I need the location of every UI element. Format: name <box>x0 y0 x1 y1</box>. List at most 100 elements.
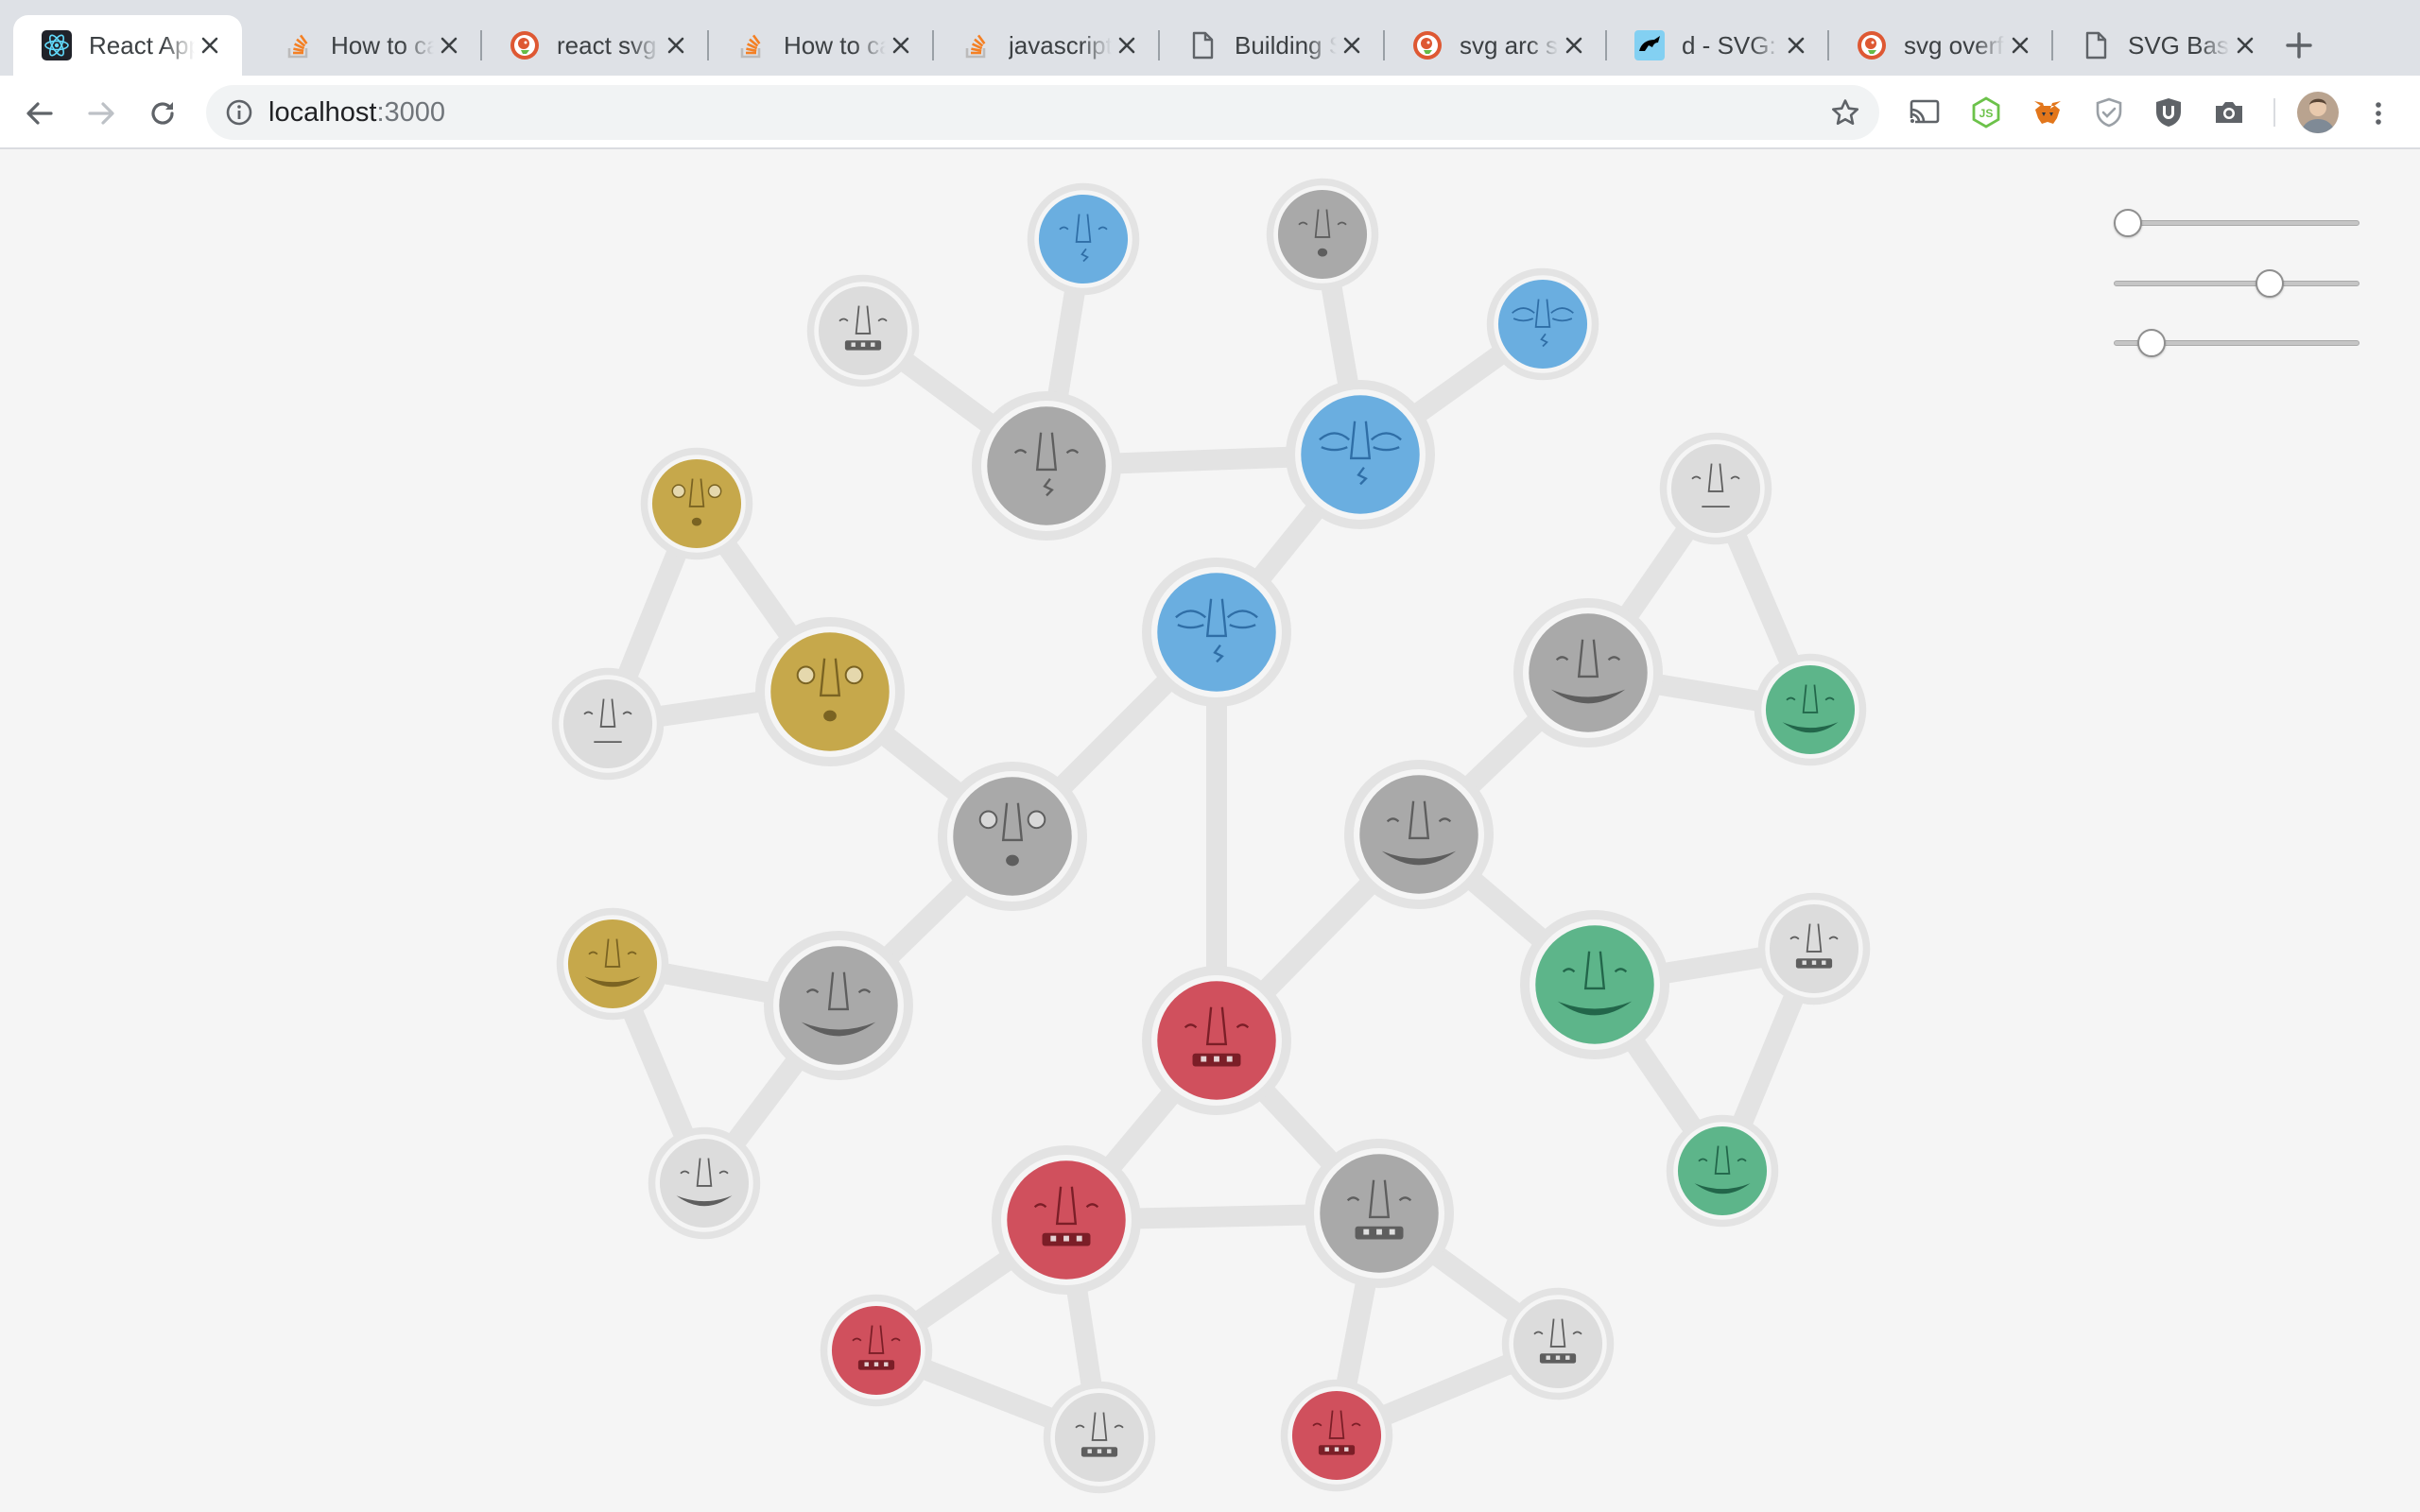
tree-node-gray-4[interactable] <box>1305 1139 1454 1288</box>
slider-thumb[interactable] <box>2137 329 2167 357</box>
close-icon[interactable] <box>1559 30 1589 60</box>
address-url[interactable]: localhost:3000 <box>268 96 445 129</box>
close-icon[interactable] <box>2005 30 2035 60</box>
tree-node-red-root[interactable] <box>1142 966 1291 1115</box>
browser-tab[interactable]: Building SVG <box>1159 15 1384 76</box>
document-icon <box>1187 30 1218 60</box>
back-button[interactable] <box>19 93 60 134</box>
tree-node-gray-smile[interactable] <box>1344 760 1494 909</box>
face-tooth <box>1097 1449 1102 1453</box>
tree-node-red-leaf-b[interactable] <box>1280 1379 1393 1492</box>
tree-node-gold-leaf-b[interactable] <box>556 907 669 1021</box>
ublock-icon[interactable] <box>2148 92 2189 133</box>
tab-title: d - SVG: Scalable <box>1682 30 1781 60</box>
face-disc <box>1769 903 1859 994</box>
profile-avatar[interactable] <box>2297 92 2339 133</box>
tree-node-blue-leaf-b[interactable] <box>1266 178 1379 291</box>
shield-check-icon[interactable] <box>2088 92 2130 133</box>
tree-node-root-blue[interactable] <box>1142 558 1291 707</box>
menu-button[interactable] <box>2358 93 2399 134</box>
face-disc <box>1677 1125 1768 1216</box>
address-bar[interactable]: localhost:3000 <box>206 85 1879 140</box>
url-port: :3000 <box>376 97 446 128</box>
tree-node-gray-2[interactable] <box>764 931 913 1080</box>
face-tooth <box>1363 1228 1370 1235</box>
close-icon[interactable] <box>1337 30 1367 60</box>
face-disc <box>953 777 1072 896</box>
browser-tab[interactable]: React App <box>13 15 242 76</box>
tree-node-blue-1[interactable] <box>1286 380 1435 529</box>
face-disc <box>1157 981 1276 1100</box>
face-tooth <box>1324 1447 1329 1452</box>
tree-node-green-leaf-b[interactable] <box>1666 1114 1779 1228</box>
info-icon[interactable] <box>223 96 255 129</box>
browser-tab[interactable]: react svg arc <box>481 15 708 76</box>
tab-title: How to calculate <box>331 30 434 60</box>
tree-node-gray-leaf-b[interactable] <box>551 667 665 781</box>
slider-1[interactable] <box>2114 206 2360 240</box>
tree-node-gray-leaf-g[interactable] <box>1501 1287 1615 1400</box>
arrow-right-icon <box>88 102 114 125</box>
mdn-icon <box>1634 30 1665 60</box>
close-icon[interactable] <box>195 30 225 60</box>
tree-node-gold-1[interactable] <box>755 617 905 766</box>
tree-node-gray-3[interactable] <box>1513 598 1663 747</box>
tree-node-gray-leaf-c[interactable] <box>648 1126 761 1240</box>
bookmark-star-icon[interactable] <box>1828 95 1862 129</box>
close-icon[interactable] <box>661 30 691 60</box>
close-icon[interactable] <box>886 30 916 60</box>
face-tooth <box>871 342 875 347</box>
camera-icon[interactable] <box>2208 92 2250 133</box>
slider-track[interactable] <box>2114 220 2360 226</box>
tab-separator <box>2051 30 2053 60</box>
slider-3[interactable] <box>2114 326 2360 360</box>
face-tooth <box>884 1362 889 1366</box>
browser-tab[interactable]: d - SVG: Scalable <box>1606 15 1828 76</box>
face-disc <box>1670 443 1761 534</box>
tab-title: SVG Basic Shapes <box>2128 30 2230 60</box>
tree-node-gray-leaf-f[interactable] <box>1043 1381 1156 1494</box>
tree-node-blue-leaf-c[interactable] <box>1027 182 1140 296</box>
nodejs-icon[interactable]: JS <box>1965 92 2007 133</box>
close-icon[interactable] <box>1112 30 1142 60</box>
face-disc <box>818 285 908 376</box>
slider-thumb[interactable] <box>2114 209 2142 237</box>
tree-node-green-1[interactable] <box>1520 910 1669 1059</box>
reload-button[interactable] <box>142 93 183 134</box>
cast-icon[interactable] <box>1904 92 1945 133</box>
browser-tab[interactable]: How to calculate <box>255 15 481 76</box>
browser-tab[interactable]: svg arc segment <box>1384 15 1606 76</box>
browser-tab[interactable]: How to calculate <box>708 15 933 76</box>
tree-node-gray-leaf-e[interactable] <box>1757 892 1871 1005</box>
face-tooth <box>1822 960 1826 965</box>
tree-node-red-1[interactable] <box>992 1145 1141 1295</box>
browser-tab[interactable]: javascript <box>933 15 1159 76</box>
close-icon[interactable] <box>1781 30 1811 60</box>
slider-thumb[interactable] <box>2255 269 2284 298</box>
tree-node-gold-leaf-a[interactable] <box>640 447 753 560</box>
tree-node-red-leaf-a[interactable] <box>820 1294 933 1407</box>
tree-links <box>597 224 1824 1448</box>
slider-2[interactable] <box>2114 266 2360 301</box>
face-disc <box>1512 1298 1603 1389</box>
metamask-icon[interactable] <box>2027 92 2068 133</box>
new-tab-button[interactable] <box>2280 26 2318 64</box>
face-tooth <box>1226 1056 1233 1062</box>
tree-node-blue-leaf-a[interactable] <box>1486 267 1599 381</box>
tree-node-gray-1[interactable] <box>972 391 1121 541</box>
slider-track[interactable] <box>2114 281 2360 286</box>
face-disc <box>1535 925 1654 1044</box>
tree-node-green-leaf-a[interactable] <box>1754 653 1867 766</box>
close-icon[interactable] <box>2230 30 2260 60</box>
forward-button[interactable] <box>80 93 122 134</box>
tab-title: react svg arc <box>557 30 661 60</box>
face-tooth <box>1565 1355 1570 1360</box>
tree-node-gray-leaf-a[interactable] <box>806 274 920 387</box>
close-icon[interactable] <box>434 30 464 60</box>
tree-node-gray-big[interactable] <box>938 762 1087 911</box>
tab-separator <box>1605 30 1607 60</box>
face-disc <box>1291 1390 1382 1481</box>
browser-tab[interactable]: SVG Basic Shapes <box>2052 15 2277 76</box>
tree-node-gray-leaf-d[interactable] <box>1659 432 1772 545</box>
browser-tab[interactable]: svg overflow <box>1828 15 2052 76</box>
